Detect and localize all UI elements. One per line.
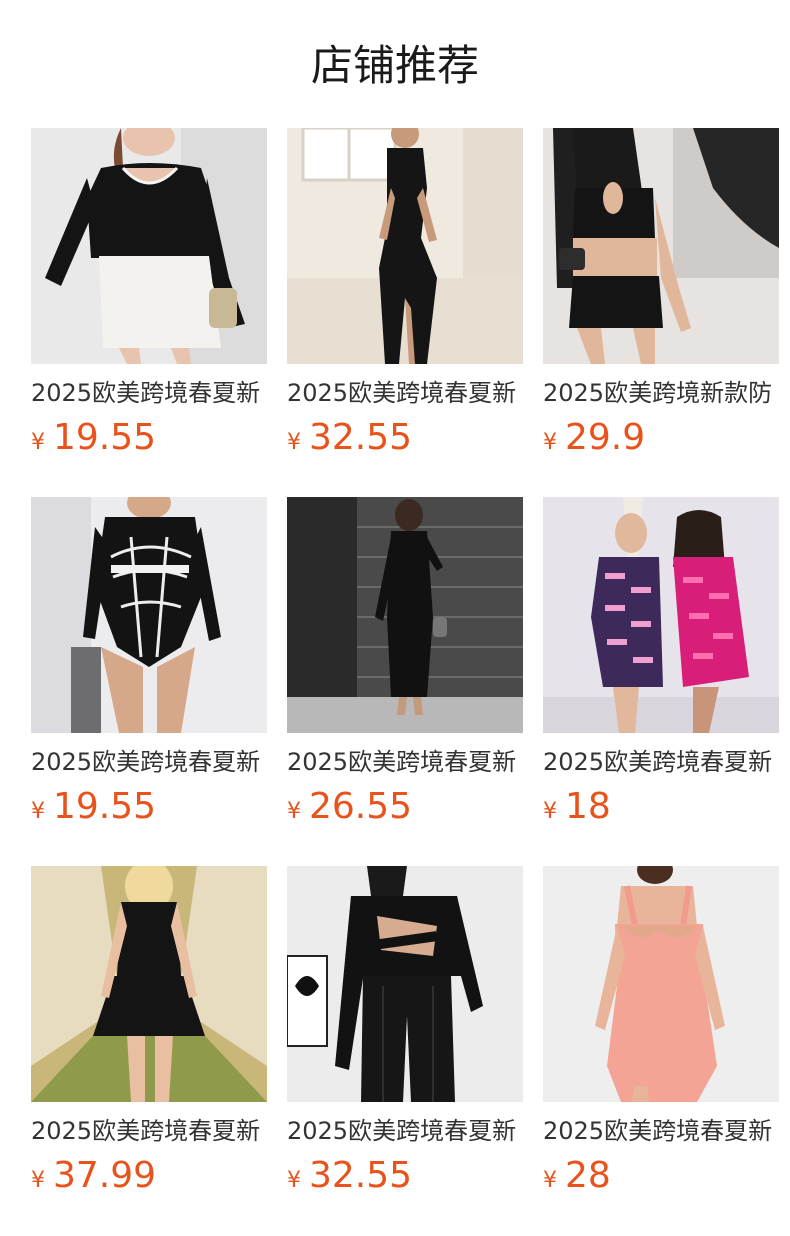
product-image[interactable]: [287, 497, 523, 733]
product-card[interactable]: 2025欧美跨境春夏新 ¥37.99: [31, 866, 267, 1235]
price-value: 19.55: [53, 417, 157, 458]
product-image[interactable]: [287, 128, 523, 364]
product-card[interactable]: 2025欧美跨境春夏新 ¥32.55: [287, 866, 523, 1235]
currency-symbol: ¥: [287, 1168, 301, 1193]
price-value: 29.9: [565, 417, 646, 458]
product-image[interactable]: [543, 128, 779, 364]
currency-symbol: ¥: [543, 430, 557, 455]
product-image[interactable]: [543, 866, 779, 1102]
product-price: ¥32.55: [287, 416, 523, 460]
product-price: ¥26.55: [287, 785, 523, 829]
product-title[interactable]: 2025欧美跨境春夏新: [31, 1114, 267, 1148]
product-image[interactable]: [31, 128, 267, 364]
product-card[interactable]: 2025欧美跨境春夏新 ¥28: [543, 866, 779, 1235]
product-image[interactable]: [287, 866, 523, 1102]
product-title[interactable]: 2025欧美跨境春夏新: [31, 745, 267, 779]
price-value: 37.99: [53, 1155, 157, 1196]
product-image[interactable]: [31, 866, 267, 1102]
product-price: ¥32.55: [287, 1154, 523, 1198]
product-card[interactable]: 2025欧美跨境春夏新 ¥19.55: [31, 128, 267, 497]
product-card[interactable]: 2025欧美跨境春夏新 ¥26.55: [287, 497, 523, 866]
currency-symbol: ¥: [287, 799, 301, 824]
product-price: ¥29.9: [543, 416, 779, 460]
product-price: ¥19.55: [31, 785, 267, 829]
product-price: ¥37.99: [31, 1154, 267, 1198]
price-value: 32.55: [309, 417, 413, 458]
product-title[interactable]: 2025欧美跨境春夏新: [287, 1114, 523, 1148]
price-value: 18: [565, 786, 611, 827]
section-title: 店铺推荐: [310, 41, 479, 90]
product-card[interactable]: 2025欧美跨境新款防 ¥29.9: [543, 128, 779, 497]
currency-symbol: ¥: [31, 430, 45, 455]
product-title[interactable]: 2025欧美跨境春夏新: [287, 376, 523, 410]
product-price: ¥19.55: [31, 416, 267, 460]
currency-symbol: ¥: [543, 1168, 557, 1193]
product-title[interactable]: 2025欧美跨境春夏新: [287, 745, 523, 779]
price-value: 32.55: [309, 1155, 413, 1196]
product-title[interactable]: 2025欧美跨境春夏新: [543, 745, 779, 779]
product-card[interactable]: 2025欧美跨境春夏新 ¥32.55: [287, 128, 523, 497]
product-price: ¥18: [543, 785, 779, 829]
product-card[interactable]: 2025欧美跨境春夏新 ¥18: [543, 497, 779, 866]
currency-symbol: ¥: [287, 430, 301, 455]
product-card[interactable]: 2025欧美跨境春夏新 ¥19.55: [31, 497, 267, 866]
product-image[interactable]: [31, 497, 267, 733]
price-value: 28: [565, 1155, 611, 1196]
price-value: 26.55: [309, 786, 413, 827]
currency-symbol: ¥: [31, 1168, 45, 1193]
product-image[interactable]: [543, 497, 779, 733]
currency-symbol: ¥: [543, 799, 557, 824]
product-title[interactable]: 2025欧美跨境新款防: [543, 376, 779, 410]
product-title[interactable]: 2025欧美跨境春夏新: [31, 376, 267, 410]
product-grid: 2025欧美跨境春夏新 ¥19.55 2025欧美跨境春夏新 ¥32.55 20…: [31, 128, 779, 1235]
currency-symbol: ¥: [31, 799, 45, 824]
product-title[interactable]: 2025欧美跨境春夏新: [543, 1114, 779, 1148]
price-value: 19.55: [53, 786, 157, 827]
product-price: ¥28: [543, 1154, 779, 1198]
